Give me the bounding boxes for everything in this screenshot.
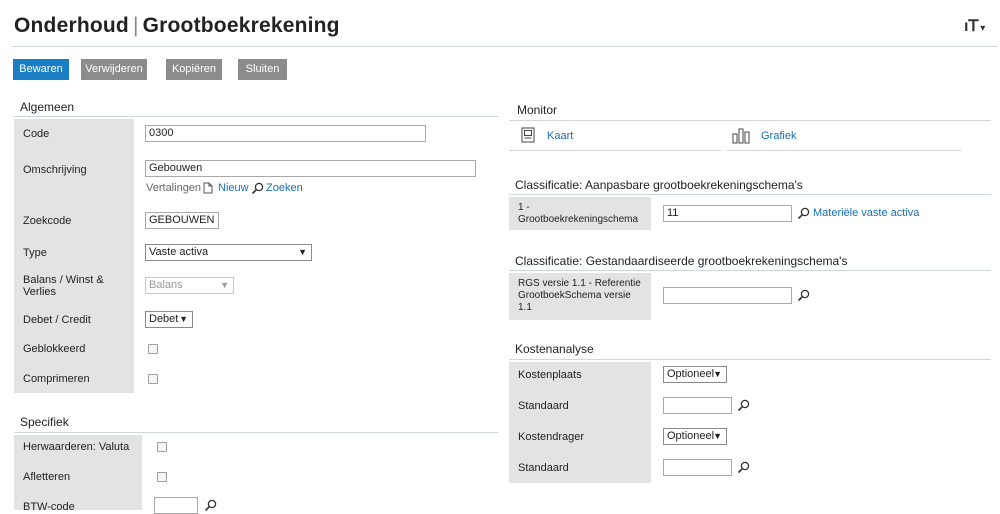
afletteren-checkbox[interactable]: [157, 472, 167, 482]
tools-menu[interactable]: ı𝖳 ▾: [964, 16, 985, 36]
type-select-value: Vaste activa: [149, 246, 209, 258]
section-divider: [14, 432, 498, 433]
btw-code-label: BTW-code: [23, 501, 75, 513]
kostendrager-select[interactable]: Optioneel ▼: [663, 428, 727, 445]
grafiek-link[interactable]: Grafiek: [761, 130, 796, 142]
copy-button[interactable]: Kopiëren: [166, 59, 222, 80]
balans-select-value: Balans: [149, 279, 183, 291]
nieuw-link[interactable]: Nieuw: [218, 182, 249, 194]
schema-label-line2: Grootboekrekeningschema: [518, 214, 639, 225]
debet-credit-label: Debet / Credit: [23, 314, 91, 326]
section-divider: [509, 120, 991, 121]
save-button[interactable]: Bewaren: [13, 59, 69, 80]
grootboekrekeningschema-label: 1 - Grootboekrekeningschema: [518, 202, 638, 226]
code-input[interactable]: 0300: [145, 125, 426, 142]
rgs-label: RGS versie 1.1 - Referentie GrootboekSche…: [518, 278, 641, 314]
row-divider: [509, 150, 721, 151]
section-divider: [509, 194, 991, 195]
herwaarderen-checkbox[interactable]: [157, 442, 167, 452]
standaard-label-2: Standaard: [518, 462, 569, 474]
kaart-link[interactable]: Kaart: [547, 130, 573, 142]
page-title-part2: Grootboekrekening: [142, 14, 340, 37]
section-title-algemeen: Algemeen: [20, 100, 75, 114]
geblokkeerd-checkbox[interactable]: [148, 344, 158, 354]
rgs-label-line1: RGS versie 1.1 - Referentie: [518, 278, 641, 289]
herwaarderen-label: Herwaarderen: Valuta: [23, 441, 130, 453]
omschrijving-input[interactable]: Gebouwen: [145, 160, 476, 177]
page-title-part1: Onderhoud: [14, 14, 129, 37]
btw-code-input[interactable]: [154, 497, 198, 514]
comprimeren-label: Comprimeren: [23, 373, 90, 385]
dropdown-arrow-icon: ▼: [713, 431, 722, 441]
zoekcode-input[interactable]: GEBOUWEN: [145, 212, 219, 229]
debet-credit-value: Debet: [149, 313, 179, 325]
search-icon[interactable]: [737, 399, 750, 412]
kostendrager-label: Kostendrager: [518, 431, 585, 443]
comprimeren-checkbox[interactable]: [148, 374, 158, 384]
card-icon[interactable]: [521, 127, 535, 143]
dropdown-arrow-icon: ▼: [179, 314, 188, 324]
zoekcode-label: Zoekcode: [23, 215, 72, 227]
kostenplaats-value: Optioneel: [667, 368, 715, 380]
afletteren-label: Afletteren: [23, 471, 71, 483]
section-title-kostenanalyse: Kostenanalyse: [515, 342, 594, 356]
search-icon[interactable]: [251, 182, 264, 195]
code-label: Code: [23, 128, 50, 140]
rgs-label-line2: GrootboekSchema versie: [518, 290, 631, 301]
search-icon[interactable]: [204, 499, 217, 512]
kostenplaats-select[interactable]: Optioneel ▼: [663, 366, 727, 383]
kostenplaats-label: Kostenplaats: [518, 369, 582, 381]
balans-label-line1: Balans / Winst &: [23, 274, 104, 286]
section-title-classificatie-gestandaardiseerd: Classificatie: Gestandaardiseerde grootb…: [515, 254, 848, 268]
section-title-classificatie-aanpasbaar: Classificatie: Aanpasbare grootboekreken…: [515, 178, 803, 192]
header-divider: [12, 46, 998, 47]
section-divider: [14, 116, 498, 117]
dropdown-arrow-icon: ▼: [713, 369, 722, 379]
chart-icon[interactable]: [732, 127, 752, 144]
balans-label-line2: Verlies: [23, 286, 57, 298]
geblokkeerd-label: Geblokkeerd: [23, 343, 86, 355]
chevron-down-icon: ▾: [980, 23, 986, 34]
debet-credit-select[interactable]: Debet ▼: [145, 311, 193, 328]
section-divider: [509, 359, 991, 360]
schema-lookup-link[interactable]: Materiële vaste activa: [813, 207, 919, 219]
vertalingen-label: Vertalingen: [146, 182, 202, 194]
search-icon[interactable]: [797, 207, 810, 220]
kostendrager-value: Optioneel: [667, 430, 715, 442]
settings-tools-icon: ı𝖳: [964, 18, 979, 35]
page-title: Onderhoud | Grootboekrekening: [14, 14, 340, 38]
rgs-label-line3: 1.1: [518, 302, 532, 313]
schema-input[interactable]: 11: [663, 205, 792, 222]
row-divider: [727, 150, 961, 151]
balans-label: Balans / Winst & Verlies: [23, 274, 104, 298]
balans-select: Balans ▼: [145, 277, 234, 294]
search-icon[interactable]: [797, 289, 810, 302]
schema-label-line1: 1 -: [518, 202, 530, 213]
dropdown-arrow-icon: ▼: [220, 280, 229, 290]
kostendrager-standaard-input[interactable]: [663, 459, 732, 476]
close-button[interactable]: Sluiten: [238, 59, 287, 80]
section-title-specifiek: Specifiek: [20, 415, 69, 429]
rgs-input[interactable]: [663, 287, 792, 304]
kostenplaats-standaard-input[interactable]: [663, 397, 732, 414]
dropdown-arrow-icon: ▼: [298, 247, 307, 257]
title-separator: |: [132, 14, 139, 37]
type-label: Type: [23, 247, 47, 259]
search-icon[interactable]: [737, 461, 750, 474]
standaard-label-1: Standaard: [518, 400, 569, 412]
zoeken-link[interactable]: Zoeken: [266, 182, 303, 194]
delete-button[interactable]: Verwijderen: [81, 59, 147, 80]
section-title-monitor: Monitor: [517, 103, 558, 117]
section-divider: [509, 270, 991, 271]
type-select[interactable]: Vaste activa ▼: [145, 244, 312, 261]
omschrijving-label: Omschrijving: [23, 164, 87, 176]
new-document-icon[interactable]: [203, 182, 213, 194]
